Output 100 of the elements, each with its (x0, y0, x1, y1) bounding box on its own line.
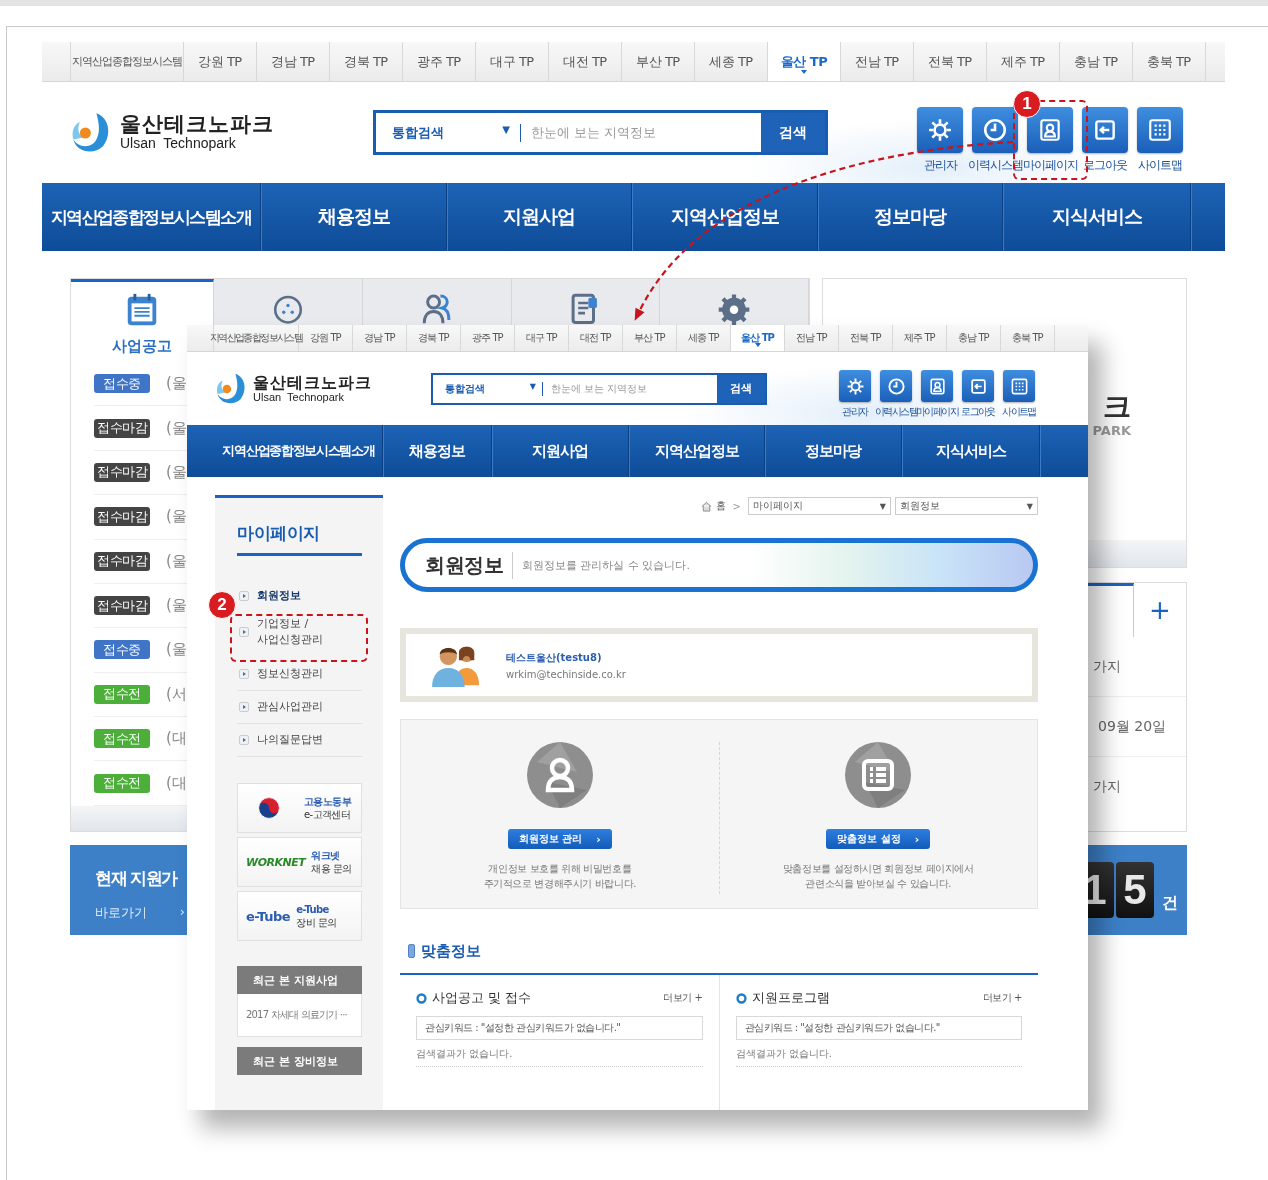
site-tab[interactable]: 경북 TP (407, 325, 461, 351)
site-tab[interactable]: 강원 TP (184, 42, 257, 81)
board-tab[interactable] (511, 279, 661, 326)
search-scope-select[interactable]: 통합검색 ▼ (433, 381, 543, 396)
nav-menu-item[interactable]: 지역산업종합정보시스템소개 (42, 183, 261, 251)
site-tab[interactable]: 광주 TP (403, 42, 476, 81)
board-tab[interactable] (362, 279, 512, 326)
notice-title[interactable]: (대 (166, 773, 187, 793)
site-tab[interactable]: 경북 TP (330, 42, 403, 81)
nav-menu-item[interactable]: 정보마당 (818, 183, 1003, 251)
sidebar-item[interactable]: 관심사업관리 (237, 691, 362, 724)
quick-link-label[interactable]: 마이페이지 (1022, 157, 1078, 174)
site-tab[interactable]: 울산 TP (731, 325, 785, 351)
site-tab[interactable]: 충남 TP (1060, 42, 1133, 81)
nav-menu-item[interactable]: 지원사업 (447, 183, 632, 251)
sidebar-item[interactable]: 정보신청관리 (237, 658, 362, 691)
nav-menu-item[interactable]: 지역산업정보 (632, 183, 818, 251)
site-tab[interactable]: 부산 TP (622, 42, 695, 81)
nav-menu-item[interactable]: 지식서비스 (902, 425, 1040, 477)
notice-title[interactable]: (울 (166, 462, 187, 482)
quick-link-button[interactable] (1027, 107, 1073, 153)
quick-link-label[interactable]: 사이트맵 (1138, 157, 1182, 174)
site-tab[interactable]: 전남 TP (841, 42, 914, 81)
search-button[interactable]: 검색 (761, 113, 825, 152)
quick-link-label[interactable]: 사이트맵 (1002, 405, 1036, 419)
quick-link-button[interactable] (972, 107, 1018, 153)
site-tab[interactable]: 제주 TP (893, 325, 947, 351)
quick-link-button[interactable] (839, 370, 871, 402)
notice-title[interactable]: (울 (166, 551, 187, 571)
column-title: 사업공고 및 접수 (432, 989, 532, 1007)
quick-link-button[interactable] (962, 370, 994, 402)
nav-menu-item[interactable]: 채용정보 (383, 425, 492, 477)
site-tab[interactable]: 대구 TP (476, 42, 549, 81)
notice-title[interactable]: (울 (166, 418, 187, 438)
site-tab[interactable]: 울산 TP (768, 42, 841, 81)
more-button[interactable]: + (1134, 583, 1186, 637)
nav-menu-item[interactable]: 지식서비스 (1003, 183, 1191, 251)
site-tab[interactable]: 충남 TP (947, 325, 1001, 351)
site-tab[interactable]: 대구 TP (515, 325, 569, 351)
sidebar-item[interactable]: 회원정보 (237, 580, 362, 606)
site-tab[interactable]: 제주 TP (987, 42, 1060, 81)
notice-title[interactable]: (대 (166, 729, 187, 749)
more-link[interactable]: 더보기 + (982, 991, 1022, 1005)
quick-link-button[interactable] (1003, 370, 1035, 402)
sidebar-item[interactable]: 나의질문답변 (237, 724, 362, 757)
quick-link-label[interactable]: 마이페이지 (916, 405, 958, 419)
quick-link-label[interactable]: 관리자 (842, 405, 868, 419)
search-field[interactable]: 통합검색 ▼ 한눈에 보는 지역정보 검색 (431, 372, 767, 405)
site-tab[interactable]: 대전 TP (569, 325, 623, 351)
notice-title[interactable]: (울 (166, 507, 187, 527)
breadcrumb-home[interactable]: 홈 (715, 499, 726, 513)
quick-link-label[interactable]: 로그아웃 (1083, 157, 1127, 174)
notice-title[interactable]: (서 (166, 684, 187, 704)
site-tab[interactable]: 부산 TP (623, 325, 677, 351)
partner-logo-subtitle: PARK (1092, 422, 1131, 438)
site-tab[interactable]: 지역산업종합정보시스템 (70, 42, 184, 81)
banner-link[interactable]: 바로가기 › (95, 904, 185, 922)
site-tab[interactable]: 충북 TP (1001, 325, 1055, 351)
more-link[interactable]: 더보기 + (663, 991, 703, 1005)
quick-link-label[interactable]: 로그아웃 (961, 405, 995, 419)
status-badge: 접수마감 (94, 551, 150, 571)
action-button[interactable]: 맞춤정보 설정 › (826, 829, 931, 849)
site-tab[interactable]: 광주 TP (461, 325, 515, 351)
home-icon (700, 500, 712, 512)
action-button[interactable]: 회원정보 관리 › (507, 829, 612, 849)
recent-item[interactable]: 2017 차세대 의료기기 ··· (246, 1008, 347, 1022)
board-tab[interactable] (214, 279, 363, 326)
quick-link-button[interactable] (921, 370, 953, 402)
help-link-card[interactable]: 고용노동부 e-고객센터 (237, 783, 362, 833)
quick-link-label[interactable]: 관리자 (923, 157, 957, 174)
search-scope-select[interactable]: 통합검색 ▼ (376, 123, 521, 142)
quick-link-button[interactable] (1137, 107, 1183, 153)
notice-title[interactable]: (울 (166, 640, 187, 660)
site-tab[interactable]: 경남 TP (257, 42, 330, 81)
quick-link-button[interactable] (1082, 107, 1128, 153)
site-tab[interactable]: 전북 TP (839, 325, 893, 351)
board-tab[interactable] (660, 279, 809, 326)
search-button[interactable]: 검색 (717, 374, 765, 403)
nav-menu-item[interactable]: 지원사업 (492, 425, 629, 477)
quick-link-button[interactable] (917, 107, 963, 153)
site-tab[interactable]: 전북 TP (914, 42, 987, 81)
quick-link-button[interactable] (880, 370, 912, 402)
nav-menu-item[interactable]: 정보마당 (765, 425, 902, 477)
site-tab[interactable]: 전남 TP (785, 325, 839, 351)
notice-title[interactable]: (울 (166, 596, 187, 616)
site-tab[interactable]: 대전 TP (549, 42, 622, 81)
breadcrumb-select[interactable]: 회원정보 ▼ (895, 497, 1038, 515)
breadcrumb-select[interactable]: 마이페이지 ▼ (748, 497, 891, 515)
search-field[interactable]: 통합검색 ▼ 한눈에 보는 지역정보 검색 (373, 110, 828, 155)
quick-link-label[interactable]: 이력시스템 (875, 405, 917, 419)
help-subtitle: 채용 문의 (311, 862, 352, 875)
sidebar-item[interactable]: 기업정보 / 사업신청관리 (237, 606, 362, 658)
nav-menu-item[interactable]: 지역산업종합정보시스템소개 (187, 425, 383, 477)
notice-title[interactable]: (울 (166, 374, 187, 394)
site-tab[interactable]: 충북 TP (1133, 42, 1206, 81)
nav-menu-item[interactable]: 지역산업정보 (629, 425, 765, 477)
site-tab[interactable]: 경남 TP (353, 325, 407, 351)
action-description: 맞춤정보를 설정하시면 회원정보 페이지에서 관련소식을 받아보실 수 있습니다. (782, 862, 974, 891)
quick-link-label[interactable]: 이력시스템 (967, 157, 1023, 174)
nav-menu-item[interactable]: 채용정보 (261, 183, 447, 251)
